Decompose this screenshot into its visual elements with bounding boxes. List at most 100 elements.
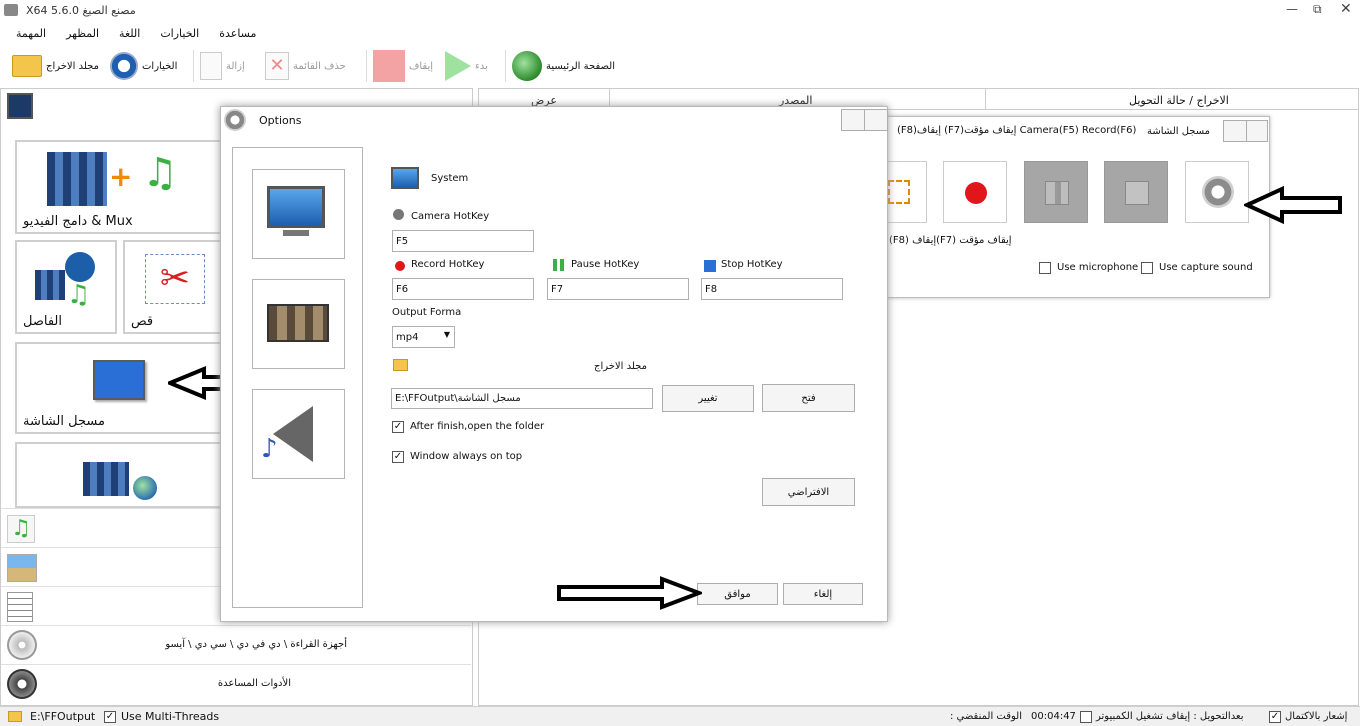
start-button[interactable]: بدء: [445, 48, 488, 84]
video-download-icon: [83, 462, 129, 496]
film-joiner-icon: ♫: [35, 252, 95, 310]
close-button[interactable]: ✕: [1340, 1, 1352, 17]
recorder-minimize-button[interactable]: [1223, 120, 1247, 142]
nav-video[interactable]: [252, 279, 345, 369]
output-folder-label: مجلد الاخراج: [594, 361, 647, 372]
shutdown-label: بعدالتحويل : إيقاف تشغيل الكمبيوتر: [1096, 711, 1244, 722]
recorder-title: مسجل الشاشة: [1147, 126, 1211, 137]
minimize-button[interactable]: —: [1286, 2, 1298, 16]
pause-hotkey-input[interactable]: F7: [547, 278, 689, 300]
play-icon: [445, 51, 471, 81]
status-bar: E:\FFOutput ✓ Use Multi-Threads 00:04:47…: [0, 706, 1360, 726]
tile-screen-recorder-label: مسجل الشاشة: [23, 414, 105, 429]
nav-audio[interactable]: ♪: [252, 389, 345, 479]
screen-recorder-icon: [93, 360, 145, 400]
output-folder-input[interactable]: E:\FFOutput\مسجل الشاشة: [391, 388, 653, 409]
output-path-status[interactable]: E:\FFOutput: [30, 710, 95, 723]
nav-system[interactable]: [252, 169, 345, 259]
record-button[interactable]: [943, 161, 1007, 223]
camera-hotkey-input[interactable]: F5: [392, 230, 534, 252]
speaker-icon: [273, 406, 313, 462]
category-utilities[interactable]: الأدوات المساعدة: [1, 664, 471, 703]
after-finish-checkbox[interactable]: ✓: [392, 421, 404, 433]
always-on-top-checkbox[interactable]: ✓: [392, 451, 404, 463]
monitor-stand-icon: [283, 230, 309, 236]
ok-button[interactable]: موافق: [697, 583, 778, 605]
tile-joiner[interactable]: ♫ الفاصل: [15, 240, 117, 334]
notify-label: إشعار بالاكتمال: [1285, 711, 1348, 722]
recorder-settings-button[interactable]: [1185, 161, 1249, 223]
change-folder-button[interactable]: تغيير: [662, 385, 754, 412]
shutdown-checkbox[interactable]: [1080, 711, 1092, 723]
globe-icon: [133, 476, 157, 500]
music-note-icon: ♫: [142, 150, 178, 196]
home-button[interactable]: الصفحة الرئيسية: [512, 48, 615, 84]
options-gear-icon: [224, 109, 246, 131]
clear-list-icon: ✕: [265, 52, 289, 80]
recorder-close-button[interactable]: [1246, 120, 1268, 142]
options-close-button[interactable]: [864, 109, 888, 131]
always-on-top-label: Window always on top: [410, 451, 523, 462]
remove-button[interactable]: إزالة: [200, 48, 245, 84]
multi-threads-checkbox[interactable]: ✓: [104, 711, 116, 723]
menu-help[interactable]: مساعدة: [219, 27, 256, 40]
music-note-icon: ♪: [261, 434, 278, 464]
menu-task[interactable]: المهمة: [16, 27, 46, 40]
stop-hotkey-label: Stop HotKey: [721, 259, 783, 270]
default-button[interactable]: الافتراضي: [762, 478, 855, 506]
cancel-button[interactable]: إلغاء: [783, 583, 863, 605]
stop-square-icon: [704, 260, 716, 272]
gear-icon: [110, 52, 138, 80]
stop-icon: [373, 50, 405, 82]
options-minimize-button[interactable]: [841, 109, 865, 131]
pause-bars-icon: [553, 259, 565, 271]
scissors-icon: ✂: [145, 254, 205, 304]
tile-mux-label: دامج الفيديو & Mux: [23, 214, 133, 229]
document-remove-icon: [200, 52, 222, 80]
menu-language[interactable]: اللغة: [119, 27, 140, 40]
tile-video-downloader[interactable]: [15, 442, 225, 508]
multi-threads-label: Use Multi-Threads: [121, 710, 220, 723]
menu-bar: المهمة المظهر اللغة الخيارات مساعدة: [16, 27, 256, 40]
tile-crop-label: قص: [131, 314, 154, 329]
tile-mux[interactable]: + ♫ دامج الفيديو & Mux: [15, 140, 225, 234]
category-rom[interactable]: أجهزة القراءة \ دي في دي \ سي دي \ آيسو: [1, 625, 471, 664]
monitor-gear-icon: [267, 186, 325, 228]
options-button[interactable]: الخيارات: [110, 48, 177, 84]
annotation-arrow-right: [1244, 186, 1344, 224]
folder-icon: [12, 55, 42, 77]
disc-icon: [7, 630, 37, 660]
maximize-button[interactable]: ⧉: [1313, 2, 1322, 17]
tile-crop[interactable]: ✂ قص: [123, 240, 225, 334]
output-format-select[interactable]: mp4 ▼: [392, 326, 455, 348]
title-bar: X64 5.6.0 مصنع الصيغ — ⧉ ✕: [0, 0, 1360, 22]
pause-button[interactable]: [1024, 161, 1088, 223]
recorder-window: Camera(F5) Record(F6) إيقاف مؤقت(F7) إيق…: [880, 116, 1270, 298]
stop-hotkey-input[interactable]: F8: [701, 278, 843, 300]
region-select-button[interactable]: [883, 161, 927, 223]
elapsed-value: 00:04:47: [1031, 711, 1076, 722]
menu-options[interactable]: الخيارات: [160, 27, 199, 40]
app-icon: [4, 4, 18, 16]
menu-appearance[interactable]: المظهر: [66, 27, 99, 40]
record-hotkey-input[interactable]: F6: [392, 278, 534, 300]
document-icon: [7, 592, 33, 622]
camera-icon: [393, 209, 404, 220]
annotation-arrow-ok: [556, 576, 702, 610]
output-folder-button[interactable]: مجلد الاخراج: [12, 48, 99, 84]
output-format-label: Output Forma: [392, 307, 462, 318]
col-output-status[interactable]: الاخراج / حالة التحويل: [1129, 94, 1229, 107]
toolbar-separator: [505, 50, 506, 82]
use-microphone-checkbox[interactable]: [1039, 262, 1051, 274]
video-category-icon[interactable]: [7, 93, 33, 119]
notify-checkbox[interactable]: ✓: [1269, 711, 1281, 723]
open-folder-button[interactable]: فتح: [762, 384, 855, 412]
after-finish-label: After finish,open the folder: [410, 421, 545, 432]
recorder-hotkeys-text: Camera(F5) Record(F6) إيقاف مؤقت(F7) إيق…: [897, 125, 1137, 136]
use-capture-sound-checkbox[interactable]: [1141, 262, 1153, 274]
category-utilities-label: الأدوات المساعدة: [217, 678, 291, 689]
col-divider: [985, 89, 986, 110]
clear-list-button[interactable]: ✕ حذف القائمة: [265, 48, 346, 84]
stop-button[interactable]: إيقاف: [373, 48, 433, 84]
stop-record-button[interactable]: [1104, 161, 1168, 223]
